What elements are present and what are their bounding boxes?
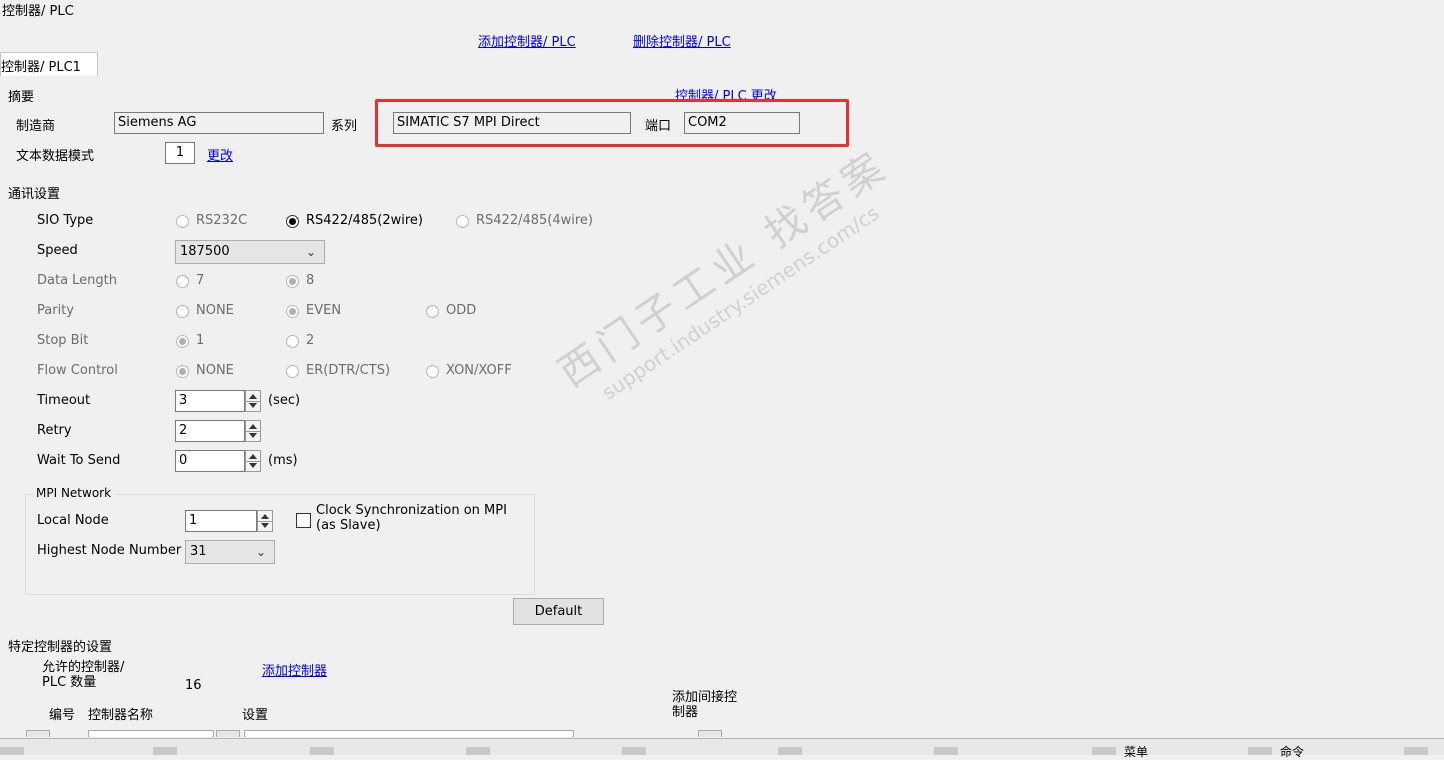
- delete-controller-plc-link[interactable]: 删除控制器/ PLC: [633, 31, 731, 50]
- clock-sync-label: Clock Synchronization on MPI (as Slave): [316, 503, 507, 533]
- local-node-input[interactable]: 1: [185, 510, 257, 532]
- parity-even-label: EVEN: [306, 303, 342, 318]
- parity-odd-radio[interactable]: [426, 305, 439, 318]
- row-number-cell: [26, 730, 50, 737]
- speed-value: 187500: [180, 244, 230, 259]
- col-number-header: 编号: [49, 708, 76, 723]
- tab-label: 控制器/ PLC1: [1, 60, 81, 75]
- sio-rs232c-label: RS232C: [196, 213, 248, 228]
- specific-settings-heading: 特定控制器的设置: [8, 640, 113, 655]
- add-indirect-button[interactable]: [698, 730, 722, 737]
- highest-node-select[interactable]: 31 ⌄: [185, 540, 275, 564]
- page-title: 控制器/ PLC: [2, 4, 74, 19]
- row-name-cell: [88, 730, 214, 737]
- add-indirect-line1: 添加间接控: [672, 690, 738, 705]
- allowed-controllers-value: 16: [185, 678, 202, 693]
- watermark-text-url: support.industry.siemens.com/cs: [597, 200, 884, 405]
- stop-bit-2-label: 2: [306, 333, 315, 348]
- comm-settings-heading: 通讯设置: [8, 187, 61, 202]
- timeout-input[interactable]: 3: [175, 390, 245, 412]
- text-data-mode-change-link[interactable]: 更改: [207, 145, 233, 164]
- add-indirect-controller: 添加间接控 制器: [672, 690, 737, 720]
- wait-to-send-input[interactable]: 0: [175, 450, 245, 472]
- speed-label: Speed: [37, 243, 78, 258]
- stop-bit-1-label: 1: [196, 333, 205, 348]
- flow-er-radio[interactable]: [286, 365, 299, 378]
- sio-type-label: SIO Type: [37, 213, 94, 228]
- flow-none-radio[interactable]: [176, 365, 189, 378]
- data-length-8-label: 8: [306, 273, 315, 288]
- col-name-header: 控制器名称: [88, 708, 154, 723]
- stop-bit-label: Stop Bit: [37, 333, 89, 348]
- timeout-unit: (sec): [268, 393, 301, 408]
- stop-bit-1-radio[interactable]: [176, 335, 189, 348]
- chevron-down-icon: ⌄: [305, 245, 316, 259]
- default-button[interactable]: Default: [513, 598, 604, 625]
- col-settings-header: 设置: [242, 708, 269, 723]
- clock-sync-label-line2: (as Slave): [316, 518, 381, 533]
- sio-rs422-4wire-label: RS422/485(4wire): [476, 213, 594, 228]
- sio-rs232c-radio[interactable]: [176, 215, 189, 228]
- bottom-toolbar: 菜单 命令: [0, 738, 1444, 759]
- parity-even-radio[interactable]: [286, 305, 299, 318]
- red-highlight-box: [375, 99, 849, 147]
- parity-odd-label: ODD: [446, 303, 477, 318]
- local-node-label: Local Node: [37, 513, 109, 528]
- allowed-label-line2: PLC 数量: [42, 675, 97, 690]
- parity-none-radio[interactable]: [176, 305, 189, 318]
- toolbar-menu-label[interactable]: 菜单: [1124, 743, 1148, 760]
- retry-label: Retry: [37, 423, 72, 438]
- clock-sync-label-line1: Clock Synchronization on MPI: [316, 503, 507, 518]
- flow-xon-label: XON/XOFF: [446, 363, 512, 378]
- local-node-spinner[interactable]: [257, 510, 273, 532]
- wait-to-send-label: Wait To Send: [37, 453, 121, 468]
- stop-bit-2-radio[interactable]: [286, 335, 299, 348]
- summary-heading: 摘要: [8, 90, 35, 105]
- chevron-down-icon: ⌄: [255, 545, 266, 559]
- toolbar-command-label[interactable]: 命令: [1280, 743, 1304, 760]
- data-length-8-radio[interactable]: [286, 275, 299, 288]
- allowed-label-line1: 允许的控制器/: [42, 660, 125, 675]
- flow-er-label: ER(DTR/CTS): [306, 363, 391, 378]
- clock-sync-checkbox[interactable]: [296, 513, 311, 528]
- manufacturer-field: Siemens AG: [114, 112, 324, 134]
- allowed-controllers-label: 允许的控制器/ PLC 数量: [42, 660, 124, 690]
- watermark-text-cn: 西门子工业 找答案: [550, 142, 897, 397]
- add-controller-plc-link[interactable]: 添加控制器/ PLC: [478, 31, 576, 50]
- wait-to-send-spinner[interactable]: [245, 450, 261, 472]
- sio-rs422-2wire-label: RS422/485(2wire): [306, 213, 424, 228]
- highest-node-value: 31: [190, 544, 207, 559]
- tab-controller-plc1[interactable]: 控制器/ PLC1: [0, 52, 98, 76]
- highest-node-label: Highest Node Number: [37, 543, 182, 558]
- add-controller-link[interactable]: 添加控制器: [262, 660, 327, 679]
- row-settings-button[interactable]: [216, 730, 240, 737]
- flow-xon-radio[interactable]: [426, 365, 439, 378]
- data-length-7-label: 7: [196, 273, 205, 288]
- flow-control-label: Flow Control: [37, 363, 118, 378]
- retry-input[interactable]: 2: [175, 420, 245, 442]
- parity-none-label: NONE: [196, 303, 234, 318]
- mpi-network-heading: MPI Network: [33, 486, 115, 500]
- data-length-label: Data Length: [37, 273, 118, 288]
- retry-spinner[interactable]: [245, 420, 261, 442]
- add-indirect-line2: 制器: [672, 705, 699, 720]
- data-length-7-radio[interactable]: [176, 275, 189, 288]
- timeout-label: Timeout: [37, 393, 91, 408]
- series-label: 系列: [331, 119, 358, 134]
- sio-rs422-4wire-radio[interactable]: [456, 215, 469, 228]
- parity-label: Parity: [37, 303, 74, 318]
- flow-none-label: NONE: [196, 363, 234, 378]
- manufacturer-label: 制造商: [16, 119, 56, 134]
- sio-rs422-2wire-radio[interactable]: [286, 215, 299, 228]
- siemens-watermark: 西门子工业 找答案 support.industry.siemens.com/c…: [545, 134, 911, 418]
- wait-to-send-unit: (ms): [268, 453, 298, 468]
- timeout-spinner[interactable]: [245, 390, 261, 412]
- speed-select[interactable]: 187500 ⌄: [175, 240, 325, 264]
- row-settings-cell: [244, 730, 574, 737]
- text-data-mode-label: 文本数据模式: [16, 149, 95, 164]
- text-data-mode-value: 1: [165, 142, 195, 164]
